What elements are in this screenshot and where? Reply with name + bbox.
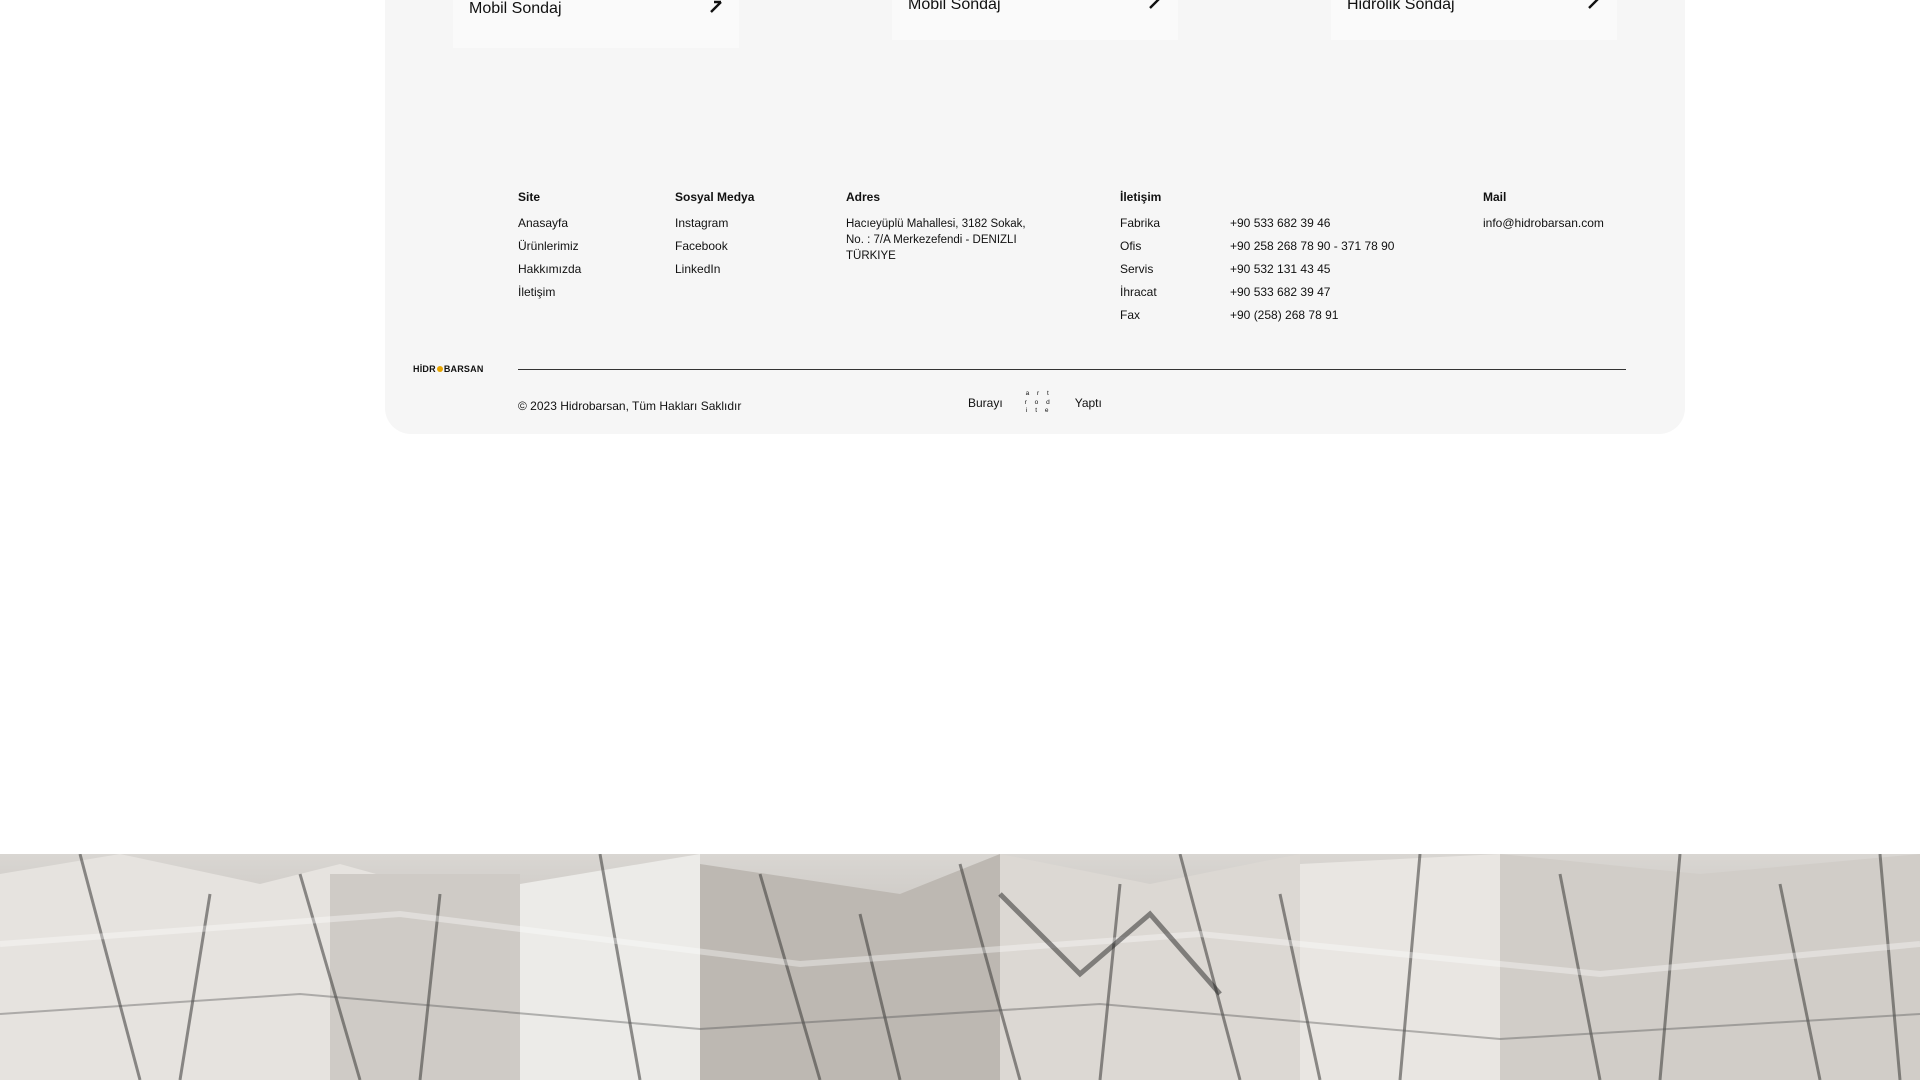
footer-site-column: Site Anasayfa Ürünlerimiz Hakkımızda İle…	[518, 190, 581, 308]
footer-panel: Mobil Sondaj Mobil Sondaj Hidrolik Sonda…	[385, 0, 1685, 434]
contact-label: Fabrika	[1120, 216, 1161, 230]
product-card-title: Mobil Sondaj	[469, 0, 562, 17]
footer-mail-column: Mail info@hidrobarsan.com	[1483, 190, 1604, 239]
contact-label: Fax	[1120, 308, 1141, 322]
contact-label: Servis	[1120, 262, 1154, 276]
logo-o-dot	[436, 366, 443, 372]
made-by-suffix: Yaptı	[1074, 395, 1102, 410]
footer-address-column: Adres Hacıeyüplü Mahallesi, 3182 Sokak, …	[846, 190, 1036, 264]
footer-contact-column: İletişim Fabrika +90 533 682 39 46 Ofis …	[1120, 190, 1394, 331]
brand-line: r o d	[1024, 398, 1053, 406]
contact-phone-link[interactable]: +90 533 682 39 46	[1230, 216, 1330, 230]
footer-divider	[518, 369, 1626, 370]
logo-text-left: HİDR	[413, 364, 436, 374]
footer-link-facebook[interactable]: Facebook	[675, 239, 754, 253]
chevron-right-icon	[1588, 0, 1599, 9]
footer-link-urunlerimiz[interactable]: Ürünlerimiz	[518, 239, 581, 253]
address-line: No. : 7/A Merkezefendi - DENIZLI	[846, 234, 1017, 246]
contact-row-ofis: Ofis +90 258 268 78 90 - 371 78 90	[1120, 239, 1394, 253]
brand-line: i t e	[1025, 407, 1052, 414]
made-by-prefix: Burayı	[968, 395, 1003, 410]
footer-mail-heading: Mail	[1483, 190, 1507, 204]
contact-row-fax: Fax +90 (258) 268 78 91	[1120, 308, 1394, 322]
logo-text-right: BARSAN	[443, 364, 484, 374]
product-card-mobil-sondaj-1[interactable]: Mobil Sondaj	[453, 0, 739, 48]
chevron-right-icon	[710, 0, 722, 13]
contact-fax-value: +90 (258) 268 78 91	[1230, 308, 1339, 322]
contact-row-ihracat: İhracat +90 533 682 39 47	[1120, 285, 1394, 299]
footer-address-heading: Adres	[846, 190, 881, 204]
address-line: Hacıeyüplü Mahallesi, 3182 Sokak,	[846, 218, 1026, 230]
contact-label: Ofis	[1120, 239, 1142, 253]
contact-phone-link[interactable]: +90 258 268 78 90 - 371 78 90	[1230, 239, 1394, 253]
brand-line: a r t	[1025, 390, 1052, 397]
contact-phone-link[interactable]: +90 532 131 43 45	[1230, 262, 1330, 276]
footer-link-hakkimizda[interactable]: Hakkımızda	[518, 262, 581, 276]
footer-contact-heading: İletişim	[1120, 190, 1162, 204]
product-card-title: Mobil Sondaj	[908, 0, 1001, 13]
footer-site-heading: Site	[518, 190, 541, 204]
footer-link-iletisim[interactable]: İletişim	[518, 285, 581, 299]
contact-phone-link[interactable]: +90 533 682 39 47	[1230, 285, 1330, 299]
footer-link-anasayfa[interactable]: Anasayfa	[518, 216, 581, 230]
made-by-credit: Burayı a r t r o d i t e Yaptı	[968, 390, 1102, 416]
artrodite-logo[interactable]: a r t r o d i t e	[1025, 390, 1053, 416]
copyright-text: © 2023 Hidrobarsan, Tüm Hakları Saklıdır	[518, 399, 742, 413]
hidrobarsan-logo[interactable]: HİDR BARSAN	[413, 364, 484, 374]
contact-row-fabrika: Fabrika +90 533 682 39 46	[1120, 216, 1394, 230]
contact-row-servis: Servis +90 532 131 43 45	[1120, 262, 1394, 276]
chevron-right-icon	[1149, 0, 1160, 9]
footer-social-column: Sosyal Medya Instagram Facebook LinkedIn	[675, 190, 754, 285]
contact-label: İhracat	[1120, 285, 1157, 299]
product-card-title: Hidrolik Sondaj	[1347, 0, 1455, 13]
footer-link-instagram[interactable]: Instagram	[675, 216, 754, 230]
footer-social-heading: Sosyal Medya	[675, 190, 755, 204]
product-card-mobil-sondaj-2[interactable]: Mobil Sondaj	[892, 0, 1178, 40]
address-line: TÜRKIYE	[846, 250, 896, 262]
footer-link-linkedin[interactable]: LinkedIn	[675, 262, 754, 276]
footer-mail-link[interactable]: info@hidrobarsan.com	[1483, 216, 1604, 230]
product-card-hidrolik-sondaj[interactable]: Hidrolik Sondaj	[1331, 0, 1617, 40]
marble-quarry-image	[0, 854, 1920, 1080]
